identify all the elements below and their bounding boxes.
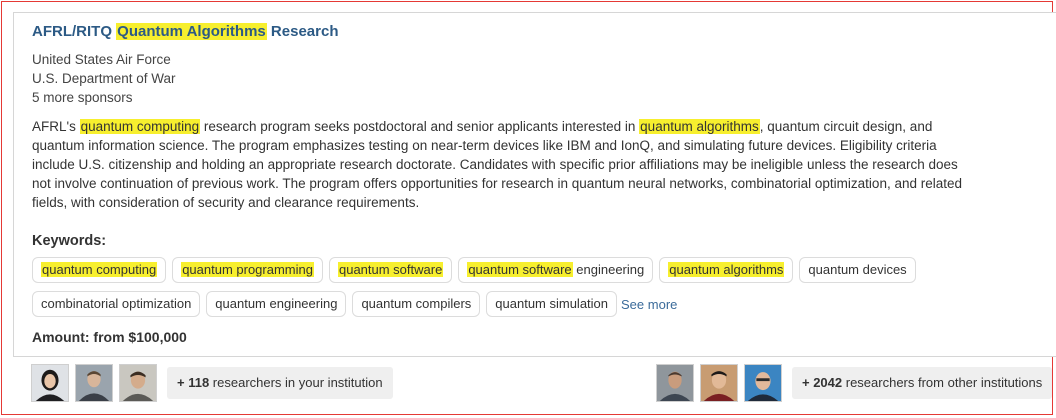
keyword-chip[interactable]: quantum simulation <box>486 291 618 317</box>
grant-title[interactable]: AFRL/RITQ Quantum Algorithms Research <box>32 23 338 40</box>
keyword-chip[interactable]: quantum software engineering <box>458 257 654 283</box>
sponsor-1: United States Air Force <box>32 52 171 67</box>
grant-amount: Amount: from $100,000 <box>32 329 187 345</box>
keyword-chip[interactable]: quantum algorithms <box>659 257 794 283</box>
external-text: researchers from other institutions <box>842 375 1043 390</box>
more-sponsors[interactable]: 5 more sponsors <box>32 90 133 105</box>
avatar[interactable] <box>119 364 157 402</box>
keywords-label: Keywords: <box>32 233 107 249</box>
internal-count: + 118 <box>177 375 210 390</box>
description-text: AFRL's <box>32 119 80 134</box>
external-count: + 2042 <box>802 375 843 390</box>
external-researchers-count[interactable]: + 2042 researchers from other institutio… <box>792 367 1053 399</box>
keyword-chip[interactable]: quantum compilers <box>352 291 481 317</box>
grant-card: AFRL/RITQ Quantum Algorithms Research Un… <box>13 12 1056 357</box>
avatar[interactable] <box>656 364 694 402</box>
title-highlight: Quantum Algorithms <box>116 23 267 40</box>
description-highlight: quantum algorithms <box>639 119 760 134</box>
grant-description: AFRL's quantum computing research progra… <box>32 117 962 212</box>
avatar[interactable] <box>700 364 738 402</box>
avatar[interactable] <box>31 364 69 402</box>
keyword-highlight: quantum software <box>337 262 444 277</box>
keyword-text: engineering <box>572 262 645 277</box>
internal-text: researchers in your institution <box>209 375 383 390</box>
title-suffix: Research <box>266 23 339 40</box>
avatar[interactable] <box>75 364 113 402</box>
description-text: research program seeks postdoctoral and … <box>200 119 640 134</box>
keyword-chip[interactable]: quantum engineering <box>206 291 347 317</box>
keyword-text: quantum devices <box>808 262 907 277</box>
internal-researchers-count[interactable]: + 118 researchers in your institution <box>167 367 393 399</box>
avatar[interactable] <box>744 364 782 402</box>
keyword-chip[interactable]: quantum software <box>328 257 453 283</box>
keyword-chip[interactable]: combinatorial optimization <box>32 291 201 317</box>
keyword-highlight: quantum computing <box>41 262 158 277</box>
keyword-highlight: quantum software <box>467 262 573 277</box>
keyword-highlight: quantum programming <box>181 262 314 277</box>
description-highlight: quantum computing <box>79 119 201 134</box>
keyword-chip[interactable]: quantum devices <box>799 257 916 283</box>
sponsor-2: U.S. Department of War <box>32 71 176 86</box>
see-more-link[interactable]: See more <box>621 297 677 312</box>
title-prefix: AFRL/RITQ <box>32 23 117 40</box>
keyword-chip[interactable]: quantum programming <box>172 257 323 283</box>
keyword-chip[interactable]: quantum computing <box>32 257 167 283</box>
keyword-highlight: quantum algorithms <box>668 262 785 277</box>
external-researchers: + 2042 researchers from other institutio… <box>656 364 1053 402</box>
internal-researchers: + 118 researchers in your institution <box>31 364 393 402</box>
